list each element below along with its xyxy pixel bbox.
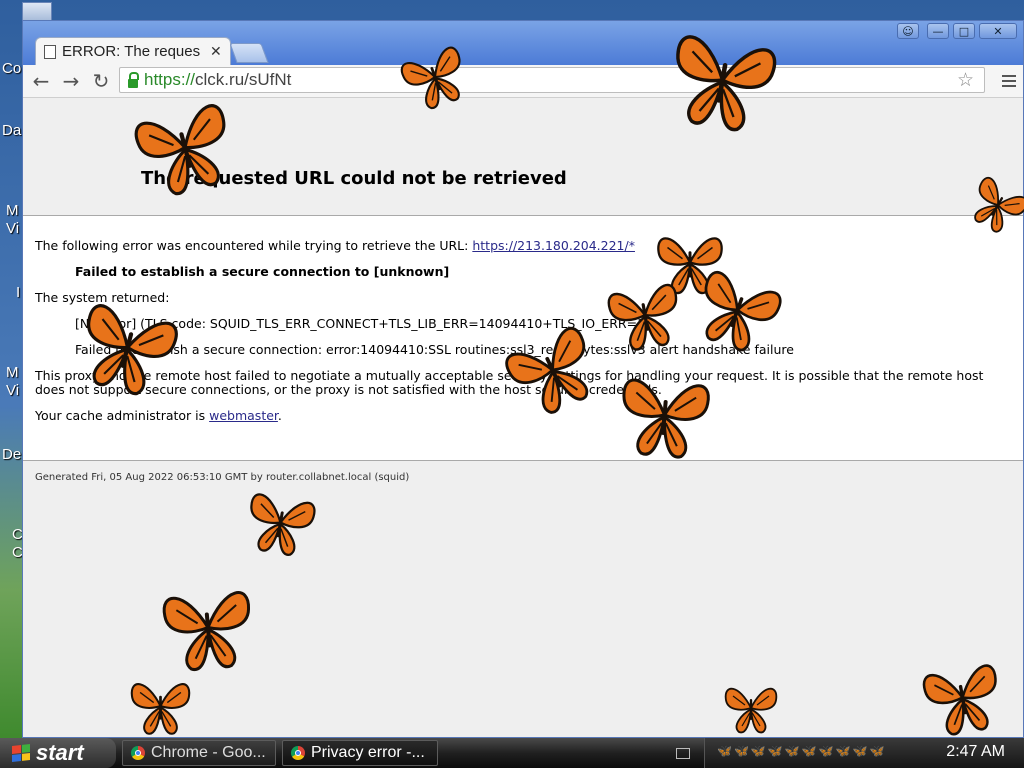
user-icon[interactable]: ☺ (897, 23, 919, 39)
toolbar: ← → ↻ https:// clck.ru/sUfNt ☆ (23, 65, 1023, 98)
back-button[interactable]: ← (29, 69, 53, 93)
intro-text: The following error was encountered whil… (35, 239, 635, 253)
back-arrow-icon: ← (32, 69, 50, 93)
start-button[interactable]: start (0, 738, 116, 768)
clock[interactable]: 2:47 AM (946, 743, 1005, 761)
desktop-icon-label[interactable]: Vi (6, 382, 19, 399)
desktop-icon-label[interactable]: Da (2, 122, 21, 139)
admin-suffix: . (277, 408, 282, 423)
new-tab-button[interactable] (229, 43, 269, 63)
failed-message: Failed to establish a secure connection … (75, 264, 450, 279)
chrome-icon (131, 746, 145, 760)
desktop-icon-label[interactable]: I (16, 284, 20, 301)
ssl-error-line: Failed to establish a secure connection:… (75, 342, 794, 357)
error-body: The following error was encountered whil… (23, 216, 1023, 461)
taskbar-item-label: Privacy error -... (311, 744, 425, 761)
menu-icon[interactable] (999, 69, 1019, 93)
proxy-explanation-2: does not support secure connections, or … (35, 382, 662, 397)
system-tray: 🦋🦋🦋🦋🦋🦋🦋🦋🦋🦋 2:47 AM (704, 738, 1024, 768)
tray-butterfly-icons[interactable]: 🦋🦋🦋🦋🦋🦋🦋🦋🦋🦋 (717, 744, 886, 758)
tab-error[interactable]: ERROR: The reques ✕ (35, 37, 231, 65)
tab-title: ERROR: The reques (62, 43, 201, 60)
taskbar-item-privacy-error[interactable]: Privacy error -... (282, 740, 438, 766)
forward-button[interactable]: → (59, 69, 83, 93)
desktop-icon-label[interactable]: Vi (6, 220, 19, 237)
generated-footer: Generated Fri, 05 Aug 2022 06:53:10 GMT … (35, 472, 410, 483)
error-url-link[interactable]: https://213.180.204.221/* (472, 238, 635, 253)
maximize-button[interactable]: □ (953, 23, 975, 39)
reload-button[interactable]: ↻ (89, 69, 113, 93)
error-code-line: [No Error] (TLS code: SQUID_TLS_ERR_CONN… (75, 316, 650, 331)
system-returned-label: The system returned: (35, 290, 170, 305)
keyboard-icon[interactable] (676, 748, 690, 759)
minimize-button[interactable]: — (927, 23, 949, 39)
taskbar-item-chrome[interactable]: Chrome - Goo... (122, 740, 276, 766)
tab-close-icon[interactable]: ✕ (210, 43, 222, 60)
page-content: E The requested URL could not be retriev… (23, 98, 1023, 737)
title-bar[interactable]: ERROR: The reques ✕ ☺ — □ ✕ (23, 21, 1023, 65)
desktop-icon-label[interactable]: Co (2, 60, 21, 77)
forward-arrow-icon: → (62, 69, 80, 93)
proxy-explanation-1: This proxy and the remote host failed to… (35, 368, 984, 383)
webmaster-link[interactable]: webmaster (209, 408, 278, 423)
browser-window: ERROR: The reques ✕ ☺ — □ ✕ ← → ↻ https:… (22, 20, 1024, 738)
url-host: clck.ru/sUfNt (195, 70, 292, 89)
close-window-button[interactable]: ✕ (979, 23, 1017, 39)
taskbar: start Chrome - Goo... Privacy error -...… (0, 738, 1024, 768)
taskbar-item-label: Chrome - Goo... (151, 744, 266, 761)
intro-label: The following error was encountered whil… (35, 238, 473, 253)
windows-logo-icon (12, 744, 30, 762)
desktop-icon-label[interactable]: De (2, 446, 21, 463)
admin-label: Your cache administrator is (35, 408, 210, 423)
address-bar[interactable]: https:// clck.ru/sUfNt ☆ (119, 67, 985, 93)
document-icon (44, 44, 56, 59)
reload-icon: ↻ (92, 69, 110, 93)
page-heading: The requested URL could not be retrieved (141, 168, 567, 189)
chrome-icon (291, 746, 305, 760)
bookmark-star-icon[interactable]: ☆ (957, 69, 974, 92)
desktop-icon-label[interactable]: M (6, 364, 19, 381)
desktop-icon-label[interactable]: M (6, 202, 19, 219)
start-label: start (36, 740, 84, 765)
admin-text: Your cache administrator is webmaster. (35, 409, 282, 423)
error-header: E The requested URL could not be retriev… (23, 98, 1023, 216)
url-scheme: https:// (144, 70, 196, 89)
lock-icon[interactable] (128, 71, 139, 88)
error-title: E (151, 126, 164, 148)
